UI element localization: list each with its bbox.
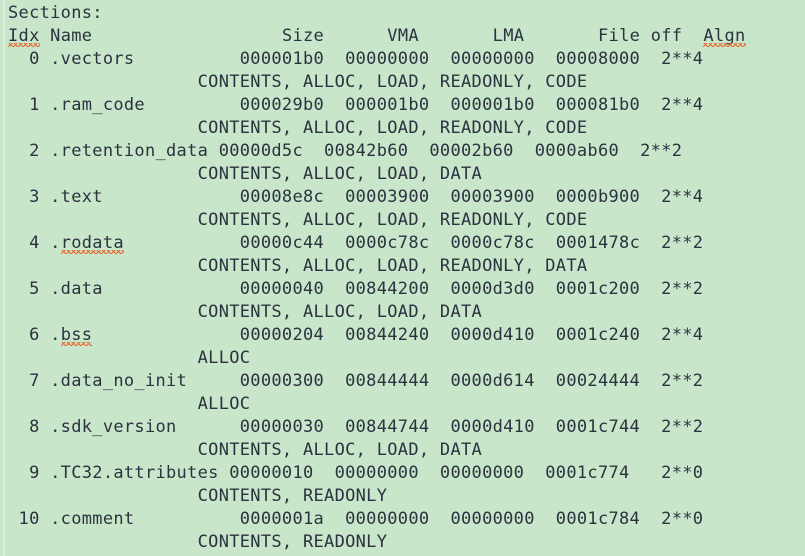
header-algn-misspelled: Algn	[703, 26, 746, 47]
table-row-flags: CONTENTS, ALLOC, LOAD, DATA	[8, 440, 483, 460]
table-row: 7 .data_no_init 00000300 00844444 0000d6…	[8, 371, 704, 391]
table-row-flags: CONTENTS, READONLY	[8, 486, 388, 506]
header-spacer-1	[40, 26, 51, 46]
header-size: Size	[281, 26, 325, 46]
table-row: 3 .text 00008e8c 00003900 00003900 0000b…	[8, 187, 704, 207]
table-header-row: Idx Name Size VMA LMA File off Algn	[8, 25, 805, 48]
table-row-flags: ALLOC	[8, 394, 251, 414]
table-row-flags: CONTENTS, READONLY	[8, 532, 388, 552]
header-vma: VMA	[387, 26, 419, 46]
table-row-flags: CONTENTS, ALLOC, LOAD, DATA	[8, 302, 483, 322]
header-spacer-4	[419, 26, 493, 46]
table-row: 9 .TC32.attributes 00000010 00000000 000…	[8, 463, 704, 483]
header-spacer-6	[682, 26, 703, 46]
header-idx-misspelled: Idx	[8, 26, 40, 47]
document-page: Sections: Idx Name Size VMA LMA File off…	[0, 0, 805, 556]
table-row: 2 .retention_data 00000d5c 00842b60 0000…	[8, 141, 683, 161]
table-row: 1 .ram_code 000029b0 000001b0 000001b0 0…	[8, 95, 704, 115]
table-row: 5 .data 00000040 00844200 0000d3d0 0001c…	[8, 279, 704, 299]
row-6-idx-prefix: 6	[8, 325, 51, 345]
row-6-values: 00000204 00844240 0000d410 0001c240 2**4	[92, 325, 704, 345]
header-name: Name	[50, 26, 93, 46]
header-file-off: File off	[598, 26, 683, 46]
row-4-idx-prefix: 4	[8, 233, 51, 253]
table-row: 10 .comment 0000001a 00000000 00000000 0…	[8, 509, 704, 529]
table-row: 8 .sdk_version 00000030 00844744 0000d41…	[8, 417, 704, 437]
header-spacer-2	[92, 26, 282, 46]
row-6-dot: .	[50, 325, 61, 345]
row-6-name-misspelled: bss	[60, 325, 93, 346]
table-row: 6 .bss 00000204 00844240 0000d410 0001c2…	[8, 324, 805, 347]
objdump-sections-listing: Sections: Idx Name Size VMA LMA File off…	[0, 0, 805, 554]
row-4-values: 00000c44 0000c78c 0000c78c 0001478c 2**2	[123, 233, 704, 253]
table-row: 4 .rodata 00000c44 0000c78c 0000c78c 000…	[8, 232, 805, 255]
row-4-dot: .	[50, 233, 61, 253]
table-row-flags: CONTENTS, ALLOC, LOAD, DATA	[8, 164, 483, 184]
table-row-flags: CONTENTS, ALLOC, LOAD, READONLY, DATA	[8, 256, 588, 276]
header-lma: LMA	[492, 26, 525, 46]
table-row-flags: CONTENTS, ALLOC, LOAD, READONLY, CODE	[8, 72, 588, 92]
table-row: 0 .vectors 000001b0 00000000 00000000 00…	[8, 49, 704, 69]
header-spacer-3	[324, 26, 387, 46]
row-4-name-misspelled: rodata	[60, 233, 125, 254]
header-spacer-5	[524, 26, 598, 46]
table-row-flags: CONTENTS, ALLOC, LOAD, READONLY, CODE	[8, 210, 588, 230]
sections-title: Sections:	[8, 3, 103, 23]
table-row-flags: ALLOC	[8, 348, 251, 368]
table-row-flags: CONTENTS, ALLOC, LOAD, READONLY, CODE	[8, 118, 588, 138]
